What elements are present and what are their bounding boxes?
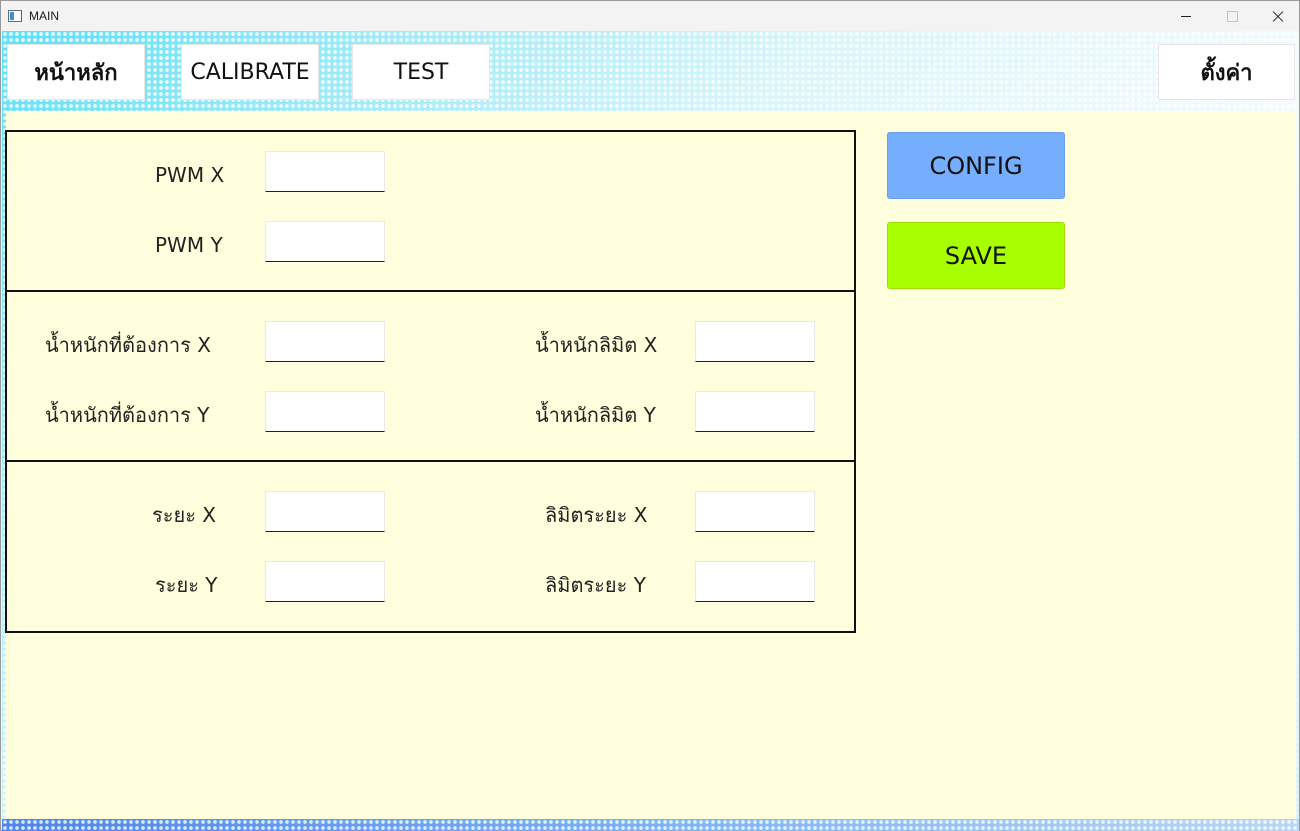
pwm-x-input[interactable]	[265, 151, 385, 192]
nav-settings-button[interactable]: ตั้งค่า	[1158, 44, 1295, 100]
distance-limit-x-label: ลิมิตระยะ X	[545, 503, 648, 527]
minimize-button[interactable]	[1163, 1, 1209, 31]
distance-x-input[interactable]	[265, 491, 385, 532]
distance-panel	[5, 460, 856, 633]
target-weight-x-input[interactable]	[265, 321, 385, 362]
background-strip	[2, 819, 1299, 831]
close-button[interactable]	[1255, 1, 1300, 31]
distance-limit-y-input[interactable]	[695, 561, 815, 602]
app-icon	[8, 10, 22, 22]
maximize-button[interactable]	[1209, 1, 1255, 31]
window-title: MAIN	[29, 9, 59, 23]
pwm-y-input[interactable]	[265, 221, 385, 262]
nav-test-button[interactable]: TEST	[352, 44, 490, 100]
pwm-y-label: PWM Y	[155, 233, 223, 257]
weight-limit-y-input[interactable]	[695, 391, 815, 432]
weight-limit-y-label: น้ำหนักลิมิต Y	[535, 403, 656, 427]
distance-limit-x-input[interactable]	[695, 491, 815, 532]
distance-y-label: ระยะ Y	[155, 573, 218, 597]
weight-panel	[5, 290, 856, 462]
weight-limit-x-input[interactable]	[695, 321, 815, 362]
distance-limit-y-label: ลิมิตระยะ Y	[545, 573, 646, 597]
distance-x-label: ระยะ X	[152, 503, 217, 527]
nav-home-button[interactable]: หน้าหลัก	[7, 44, 145, 100]
client-area: หน้าหลัก CALIBRATE TEST ตั้งค่า PWM X PW…	[2, 31, 1299, 831]
nav-calibrate-button[interactable]: CALIBRATE	[181, 44, 319, 100]
weight-limit-x-label: น้ำหนักลิมิต X	[535, 333, 658, 357]
distance-y-input[interactable]	[265, 561, 385, 602]
save-button[interactable]: SAVE	[887, 222, 1065, 289]
config-button[interactable]: CONFIG	[887, 132, 1065, 199]
target-weight-x-label: น้ำหนักที่ต้องการ X	[45, 333, 211, 357]
pwm-panel	[5, 130, 856, 292]
main-window: MAIN หน้าหลัก CALIBRATE TEST ตั้งค่า PWM…	[0, 0, 1300, 831]
pwm-x-label: PWM X	[155, 163, 225, 187]
target-weight-y-input[interactable]	[265, 391, 385, 432]
title-bar[interactable]: MAIN	[1, 1, 1299, 31]
target-weight-y-label: น้ำหนักที่ต้องการ Y	[45, 403, 210, 427]
